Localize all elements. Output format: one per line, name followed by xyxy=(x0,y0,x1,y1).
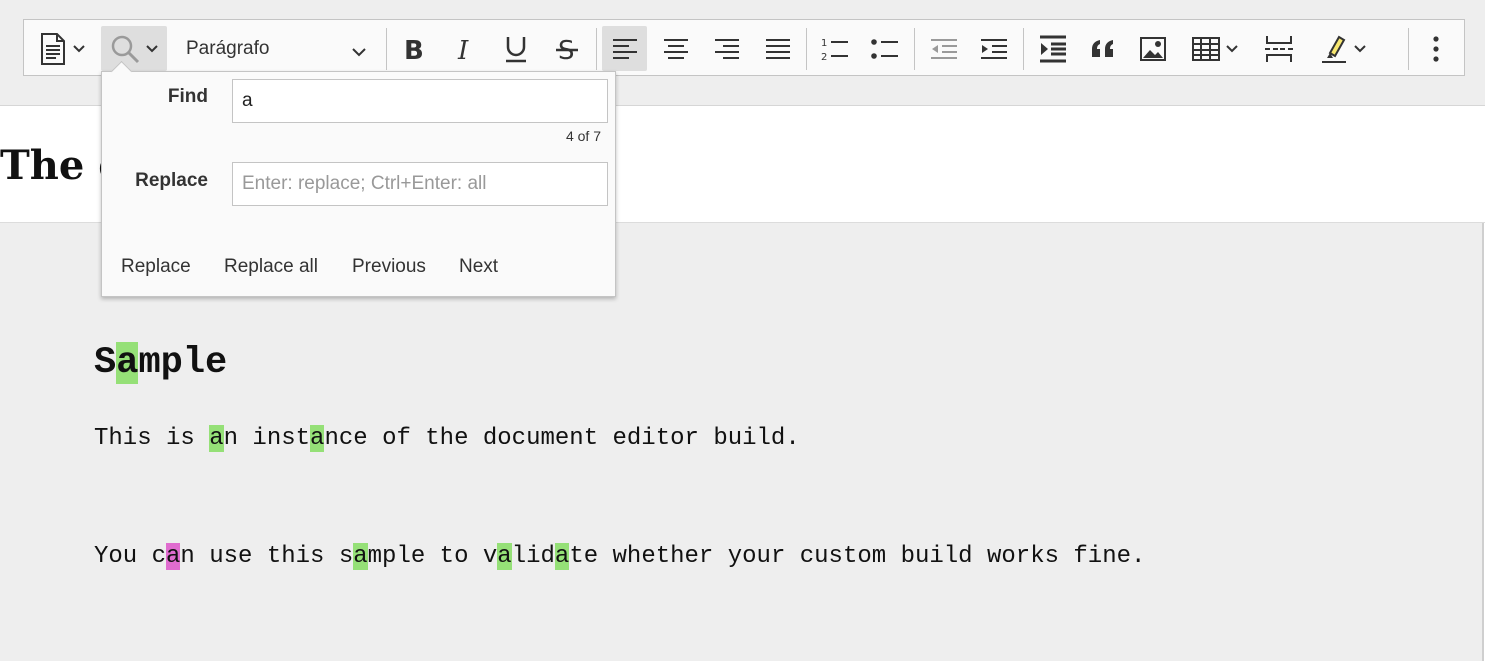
svg-text:I: I xyxy=(457,36,469,62)
bulleted-list-icon xyxy=(870,38,899,60)
editor-toolbar: Parágrafo B I S 1 2 xyxy=(23,19,1465,76)
search-match: a xyxy=(209,425,224,452)
italic-icon: I xyxy=(455,36,475,62)
numbered-list-icon: 12 xyxy=(821,37,849,61)
align-right-icon xyxy=(714,38,740,60)
find-label: Find xyxy=(167,86,208,107)
find-replace-panel: Find 4 of 7 Replace Replace Replace all … xyxy=(101,60,616,297)
more-icon xyxy=(1433,35,1439,62)
bold-button[interactable]: B xyxy=(392,26,436,71)
replace-all-button[interactable]: Replace all xyxy=(224,256,318,278)
blockquote-button[interactable] xyxy=(1080,26,1125,71)
toolbar-separator xyxy=(386,28,387,70)
text-run: mple to v xyxy=(367,543,498,570)
search-match: a xyxy=(116,342,139,384)
text-run: te whether your custom build works fine. xyxy=(569,543,1146,570)
strikethrough-button[interactable]: S xyxy=(545,26,589,71)
heading-dropdown[interactable]: Parágrafo xyxy=(176,26,372,71)
text-run: lid xyxy=(511,543,555,570)
content-heading[interactable]: Sample xyxy=(94,339,227,387)
block-indent-icon xyxy=(1039,35,1067,63)
replace-label: Replace xyxy=(135,170,208,191)
document-icon xyxy=(39,32,67,65)
toolbar-separator xyxy=(914,28,915,70)
indent-button[interactable] xyxy=(971,26,1016,71)
svg-text:2: 2 xyxy=(821,52,827,61)
svg-text:B: B xyxy=(404,36,424,62)
blockquote-icon xyxy=(1090,39,1116,59)
outdent-button[interactable] xyxy=(921,26,966,71)
align-center-button[interactable] xyxy=(653,26,698,71)
document-dropdown[interactable] xyxy=(32,26,92,71)
replace-button[interactable]: Replace xyxy=(121,256,191,278)
chevron-down-icon xyxy=(1354,44,1366,53)
text-run: mple xyxy=(138,342,228,384)
match-counter: 4 of 7 xyxy=(565,128,601,144)
text-run: You c xyxy=(94,543,167,570)
more-button[interactable] xyxy=(1416,26,1456,71)
toolbar-separator xyxy=(806,28,807,70)
indent-icon xyxy=(980,38,1008,60)
next-button[interactable]: Next xyxy=(459,256,498,278)
search-match: a xyxy=(310,425,325,452)
chevron-down-icon xyxy=(146,44,158,53)
chevron-down-icon xyxy=(1226,44,1238,53)
text-run: This is xyxy=(94,425,210,452)
highlight-dropdown[interactable] xyxy=(1310,26,1376,71)
search-icon xyxy=(110,34,140,64)
align-justify-icon xyxy=(765,38,791,60)
table-icon xyxy=(1192,36,1220,61)
align-left-icon xyxy=(612,38,638,60)
chevron-down-icon xyxy=(73,44,85,53)
search-match: a xyxy=(554,543,570,570)
find-input[interactable] xyxy=(232,79,608,123)
highlight-icon xyxy=(1320,35,1348,63)
align-right-button[interactable] xyxy=(704,26,749,71)
align-center-icon xyxy=(663,38,689,60)
strikethrough-icon: S xyxy=(555,35,579,63)
text-run: S xyxy=(94,342,117,384)
italic-button[interactable]: I xyxy=(443,26,487,71)
table-dropdown[interactable] xyxy=(1182,26,1248,71)
chevron-down-icon xyxy=(342,41,366,63)
outdent-icon xyxy=(930,38,958,60)
page-break-button[interactable] xyxy=(1256,26,1301,71)
image-button[interactable] xyxy=(1130,26,1175,71)
previous-button[interactable]: Previous xyxy=(352,256,426,278)
current-search-match: a xyxy=(166,543,181,570)
text-run: n use this s xyxy=(180,543,354,570)
align-left-button[interactable] xyxy=(602,26,647,71)
numbered-list-button[interactable]: 12 xyxy=(812,26,857,71)
block-indent-button[interactable] xyxy=(1030,26,1075,71)
search-match: a xyxy=(497,543,512,570)
bulleted-list-button[interactable] xyxy=(862,26,907,71)
replace-input[interactable] xyxy=(232,162,608,206)
content-paragraph-2[interactable]: You can use this sample to validate whet… xyxy=(94,542,1145,572)
text-run: n inst xyxy=(223,425,311,452)
content-paragraph-1[interactable]: This is an instance of the document edit… xyxy=(94,424,800,454)
toolbar-separator xyxy=(596,28,597,70)
find-replace-button[interactable] xyxy=(101,26,167,71)
bold-icon: B xyxy=(402,36,426,62)
underline-button[interactable] xyxy=(494,26,538,71)
align-justify-button[interactable] xyxy=(755,26,800,71)
heading-value: Parágrafo xyxy=(186,37,270,59)
toolbar-separator xyxy=(1023,28,1024,70)
toolbar-separator xyxy=(1408,28,1409,70)
underline-icon xyxy=(504,35,528,63)
page-break-icon xyxy=(1264,35,1294,63)
image-icon xyxy=(1139,36,1166,61)
svg-text:1: 1 xyxy=(821,38,827,49)
search-match: a xyxy=(353,543,368,570)
text-run: nce of the document editor build. xyxy=(324,425,800,452)
